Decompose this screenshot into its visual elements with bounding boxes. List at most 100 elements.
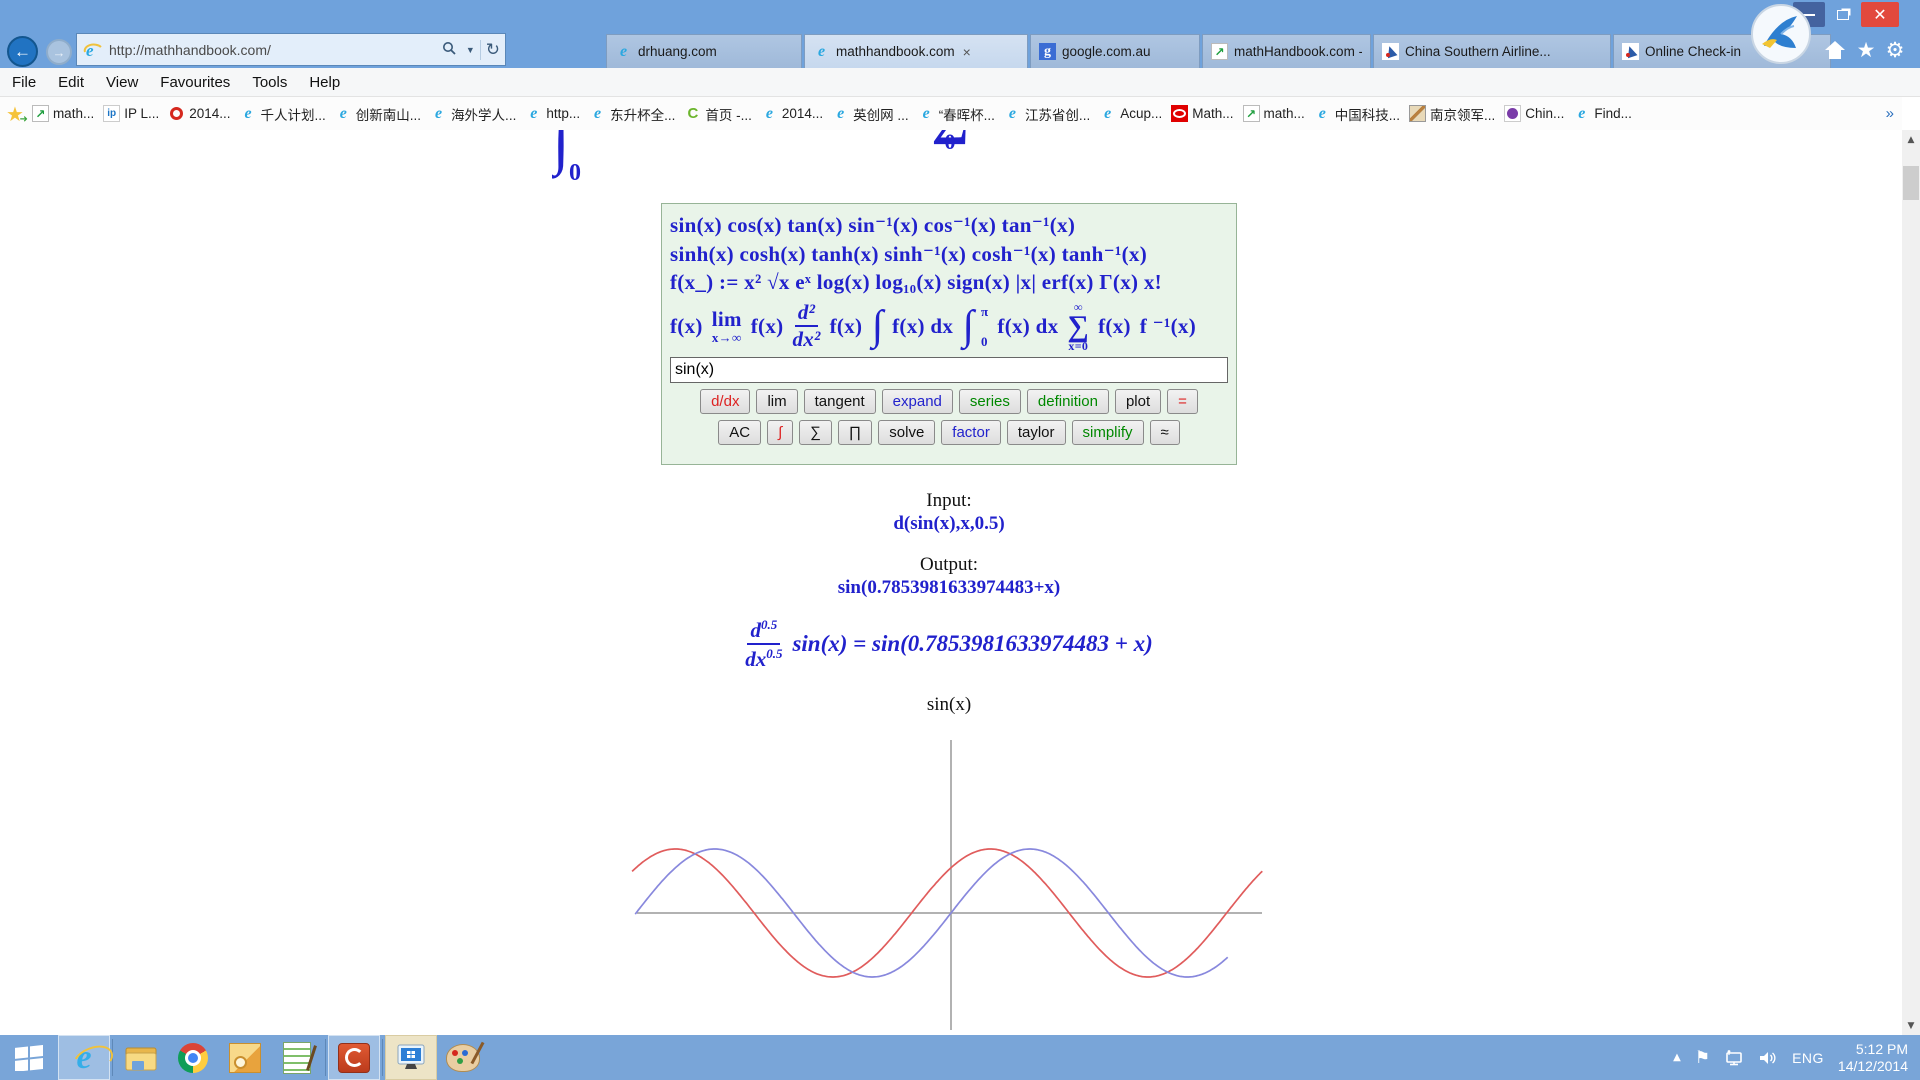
language-indicator[interactable]: ENG xyxy=(1792,1050,1824,1066)
ie-favicon: e xyxy=(83,40,103,60)
add-favorite-star-icon[interactable]: ★➜ xyxy=(6,102,24,126)
factor-button[interactable]: factor xyxy=(941,420,1001,445)
bookmark-item-7[interactable]: 东升杯全... xyxy=(589,104,675,124)
network-icon[interactable] xyxy=(1724,1049,1744,1066)
tab-china-southern[interactable]: China Southern Airline... xyxy=(1373,34,1611,68)
bookmark-item-10[interactable]: 英创网 ... xyxy=(832,104,909,124)
definition-button[interactable]: definition xyxy=(1027,389,1109,414)
tab-mathhandbook[interactable]: mathhandbook.com × xyxy=(804,34,1028,68)
ie-favicon xyxy=(832,105,849,122)
action-center-flag-icon[interactable]: ⚑ xyxy=(1695,1048,1710,1068)
settings-gear-button[interactable]: ⚙ xyxy=(1882,38,1908,62)
back-button[interactable]: ← xyxy=(7,36,38,67)
taskbar-separator xyxy=(325,1039,326,1076)
series-button[interactable]: series xyxy=(959,389,1021,414)
sum-button[interactable]: ∑ xyxy=(799,420,832,445)
bookmark-item-19[interactable]: Find... xyxy=(1573,105,1632,122)
forward-button[interactable]: → xyxy=(46,39,72,65)
bookmark-item-8[interactable]: 首页 -... xyxy=(684,104,752,124)
search-icon[interactable] xyxy=(437,41,461,59)
bookmark-item-9[interactable]: 2014... xyxy=(761,105,823,122)
plot-button[interactable]: plot xyxy=(1115,389,1161,414)
chart-favicon xyxy=(1243,105,1260,122)
bookmark-item-5[interactable]: 海外学人... xyxy=(430,104,516,124)
equals-button[interactable]: = xyxy=(1167,389,1198,414)
window-titlebar[interactable] xyxy=(0,0,1920,30)
bookmark-item-11[interactable]: “春晖杯... xyxy=(918,104,995,124)
start-button[interactable] xyxy=(0,1035,58,1080)
solve-button[interactable]: solve xyxy=(878,420,935,445)
tab-mathhandbook-2[interactable]: mathHandbook.com -... xyxy=(1202,34,1371,68)
restore-button[interactable] xyxy=(1829,2,1857,27)
menu-item-edit[interactable]: Edit xyxy=(58,74,84,91)
menu-item-help[interactable]: Help xyxy=(309,74,340,91)
volume-icon[interactable] xyxy=(1758,1050,1778,1066)
expand-button[interactable]: expand xyxy=(882,389,953,414)
simplify-button[interactable]: simplify xyxy=(1072,420,1144,445)
ddx-button[interactable]: d/dx xyxy=(700,389,750,414)
scroll-up-button[interactable]: ▲ xyxy=(1902,130,1920,149)
bookmark-item-4[interactable]: 创新南山... xyxy=(335,104,421,124)
bookmark-item-13[interactable]: Acup... xyxy=(1099,105,1162,122)
clock[interactable]: 5:12 PM 14/12/2014 xyxy=(1838,1041,1908,1075)
refresh-icon[interactable]: ↻ xyxy=(481,40,505,60)
tab-close-icon[interactable]: × xyxy=(963,44,971,60)
close-button[interactable]: ✕ xyxy=(1861,2,1899,27)
product-button[interactable]: ∏ xyxy=(838,420,872,445)
bookmark-item-12[interactable]: 江苏省创... xyxy=(1004,104,1090,124)
formula-line-hyperbolic[interactable]: sinh(x) cosh(x) tanh(x) sinh⁻¹(x) cosh⁻¹… xyxy=(670,241,1228,267)
bookmark-item-17[interactable]: 南京领军... xyxy=(1409,104,1495,124)
menu-item-view[interactable]: View xyxy=(106,74,138,91)
scroll-down-button[interactable]: ▼ xyxy=(1902,1016,1920,1035)
approx-button[interactable]: ≈ xyxy=(1150,420,1180,445)
menu-item-tools[interactable]: Tools xyxy=(252,74,287,91)
bookmark-item-18[interactable]: Chin... xyxy=(1504,105,1564,122)
menu-bar: File Edit View Favourites Tools Help xyxy=(0,68,1920,97)
weibo-favicon xyxy=(168,105,185,122)
tab-drhuang[interactable]: drhuang.com xyxy=(606,34,802,68)
taskbar-internet-explorer[interactable]: e xyxy=(58,1035,110,1080)
taskbar-notes[interactable] xyxy=(271,1035,323,1080)
all-clear-button[interactable]: AC xyxy=(718,420,761,445)
ie-favicon xyxy=(335,105,352,122)
search-dropdown-icon[interactable]: ▼ xyxy=(461,45,480,55)
bookmark-item-0[interactable]: math... xyxy=(32,105,94,122)
taskbar-outlook[interactable] xyxy=(219,1035,271,1080)
bookmark-item-1[interactable]: IP L... xyxy=(103,105,159,122)
remote-desktop-icon xyxy=(394,1043,428,1073)
input-expression[interactable]: d(sin(x),x,0.5) xyxy=(649,513,1249,535)
integrate-button[interactable]: ∫ xyxy=(767,420,793,445)
bookmark-item-15[interactable]: math... xyxy=(1243,105,1305,122)
lim-button[interactable]: lim xyxy=(756,389,797,414)
taskbar-remote-desktop[interactable] xyxy=(385,1035,437,1080)
scrollbar-track[interactable]: ▲ ▼ xyxy=(1902,130,1920,1035)
url-text[interactable]: http://mathhandbook.com/ xyxy=(109,42,437,58)
address-bar[interactable]: e http://mathhandbook.com/ ▼ ↻ xyxy=(76,33,506,66)
favorites-star-button[interactable]: ★ xyxy=(1853,38,1879,62)
formula-line-trig[interactable]: sin(x) cos(x) tan(x) sin⁻¹(x) cos⁻¹(x) t… xyxy=(670,212,1228,238)
taskbar-paint[interactable] xyxy=(437,1035,489,1080)
formula-line-functions[interactable]: f(x_) := x² √x eˣ log(x) log₁₀(x) sign(x… xyxy=(670,270,1228,295)
taskbar-powerpoint[interactable] xyxy=(328,1035,380,1080)
home-button[interactable] xyxy=(1822,38,1848,62)
taylor-button[interactable]: taylor xyxy=(1007,420,1066,445)
menu-item-favourites[interactable]: Favourites xyxy=(160,74,230,91)
bookmark-item-16[interactable]: 中国科技... xyxy=(1314,104,1400,124)
bookmark-item-2[interactable]: 2014... xyxy=(168,105,230,122)
expression-input[interactable] xyxy=(670,357,1228,383)
ie-favicon xyxy=(589,105,606,122)
ie-favicon xyxy=(1573,105,1590,122)
tray-expand-icon[interactable]: ▲ xyxy=(1673,1052,1681,1063)
tangent-button[interactable]: tangent xyxy=(804,389,876,414)
bookmark-item-6[interactable]: http... xyxy=(525,105,580,122)
menu-item-file[interactable]: File xyxy=(12,74,36,91)
bookmark-item-3[interactable]: 千人计划... xyxy=(240,104,326,124)
taskbar-chrome[interactable] xyxy=(167,1035,219,1080)
output-expression[interactable]: sin(0.7853981633974483+x) xyxy=(649,577,1249,599)
bookmarks-overflow-chevron[interactable]: » xyxy=(1886,105,1894,122)
formula-line-calculus[interactable]: f(x) limx→∞ f(x) d²dx² f(x) ∫ f(x) dx ∫ … xyxy=(670,297,1228,355)
bookmark-item-14[interactable]: Math... xyxy=(1171,105,1233,122)
tab-google[interactable]: google.com.au xyxy=(1030,34,1200,68)
scroll-thumb[interactable] xyxy=(1903,166,1919,200)
taskbar-file-explorer[interactable] xyxy=(115,1035,167,1080)
